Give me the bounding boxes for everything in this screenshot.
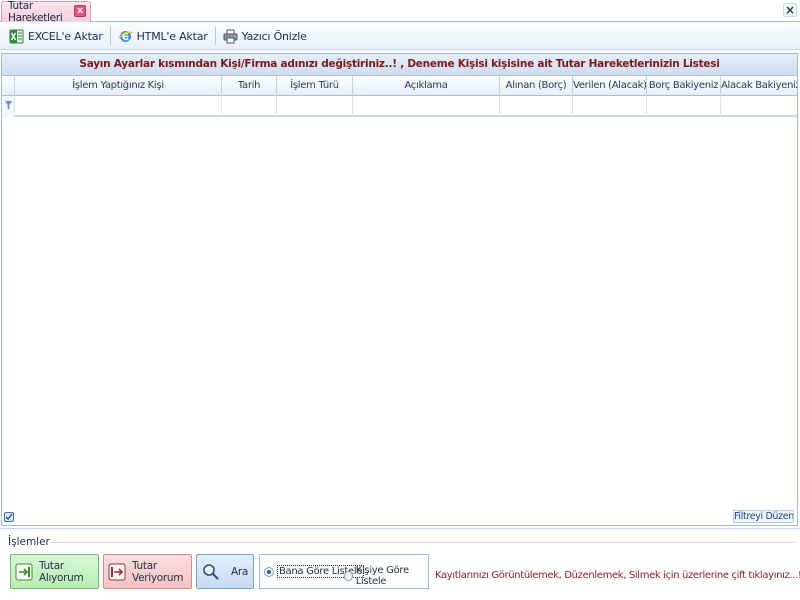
column-header-type[interactable]: İşlem Türü	[277, 76, 353, 96]
receive-icon	[15, 562, 33, 582]
filter-cell-type[interactable]	[277, 96, 353, 117]
filter-cell-date[interactable]	[222, 96, 277, 117]
give-amount-label: Tutar Veriyorum	[132, 559, 184, 584]
toolbar-separator	[214, 27, 216, 45]
give-amount-button[interactable]: Tutar Veriyorum	[103, 554, 192, 589]
excel-icon	[9, 29, 24, 44]
export-excel-button[interactable]: EXCEL'e Aktar	[4, 25, 108, 47]
list-mode-radio-group: Bana Göre Listele Kişiye Göre Listele	[259, 554, 429, 589]
grid-header: İşlem Yaptığınız Kişi Tarih İşlem Türü A…	[2, 76, 797, 96]
give-icon	[108, 562, 126, 582]
search-label: Ara	[231, 565, 249, 578]
column-header-date[interactable]: Tarih	[222, 76, 277, 96]
column-header-person[interactable]: İşlem Yaptığınız Kişi	[15, 76, 222, 96]
tab-tutar-hareketleri[interactable]: Tutar Hareketleri x	[1, 0, 91, 24]
edit-filter-button[interactable]: Filtreyi Düzenle	[733, 510, 794, 523]
filter-cell-credit-balance[interactable]	[721, 96, 797, 117]
printer-icon	[223, 29, 238, 44]
radio-dot-selected	[264, 566, 274, 577]
html-ie-icon	[118, 29, 133, 44]
filter-row-indicator	[2, 96, 15, 117]
tab-strip: Tutar Hareketleri x ×	[0, 0, 800, 24]
check-icon	[5, 513, 13, 520]
export-html-button[interactable]: HTML'e Aktar	[113, 25, 213, 47]
transactions-grid[interactable]: Sayın Ayarlar kısmından Kişi/Firma adını…	[1, 53, 798, 526]
filter-cell-given[interactable]	[573, 96, 647, 117]
search-icon	[201, 562, 221, 582]
filter-panel-checkbox[interactable]	[4, 512, 14, 522]
export-html-label: HTML'e Aktar	[136, 29, 208, 43]
radio-list-by-person-label: Kişiye Göre Listele	[355, 565, 409, 587]
export-excel-label: EXCEL'e Aktar	[28, 29, 103, 43]
radio-dot	[344, 571, 353, 581]
auto-filter-row[interactable]	[2, 96, 797, 117]
double-click-hint: Kayıtlarınızı Görüntülemek, Düzenlemek, …	[435, 570, 800, 581]
column-header-given[interactable]: Verilen (Alacak)	[573, 76, 647, 96]
row-indicator-header	[2, 76, 15, 96]
filter-cell-debt-balance[interactable]	[647, 96, 721, 117]
column-header-credit-balance[interactable]: Alacak Bakiyeniz	[721, 76, 797, 96]
filter-cell-description[interactable]	[353, 96, 500, 117]
tab-close-icon[interactable]: x	[74, 5, 86, 17]
search-button[interactable]: Ara	[196, 554, 254, 589]
window-close-icon[interactable]: ×	[783, 3, 797, 17]
operations-divider	[50, 542, 795, 543]
print-preview-label: Yazıcı Önizle	[241, 29, 307, 43]
filter-cell-received[interactable]	[500, 96, 573, 117]
grid-caption: Sayın Ayarlar kısmından Kişi/Firma adını…	[2, 54, 797, 76]
radio-list-by-person[interactable]: Kişiye Göre Listele	[344, 565, 428, 587]
toolbar: EXCEL'e Aktar HTML'e Aktar Yazıcı Önizle	[0, 23, 800, 50]
column-header-description[interactable]: Açıklama	[353, 76, 500, 96]
filter-cell-person[interactable]	[15, 96, 222, 117]
column-header-received[interactable]: Alınan (Borç)	[500, 76, 573, 96]
print-preview-button[interactable]: Yazıcı Önizle	[218, 25, 312, 47]
toolbar-separator	[109, 27, 111, 45]
receive-amount-button[interactable]: Tutar Alıyorum	[10, 554, 99, 589]
receive-amount-label: Tutar Alıyorum	[39, 559, 84, 584]
operations-title: İşlemler	[8, 536, 50, 548]
column-header-debt-balance[interactable]: Borç Bakiyeniz	[647, 76, 721, 96]
filter-icon	[5, 101, 12, 110]
